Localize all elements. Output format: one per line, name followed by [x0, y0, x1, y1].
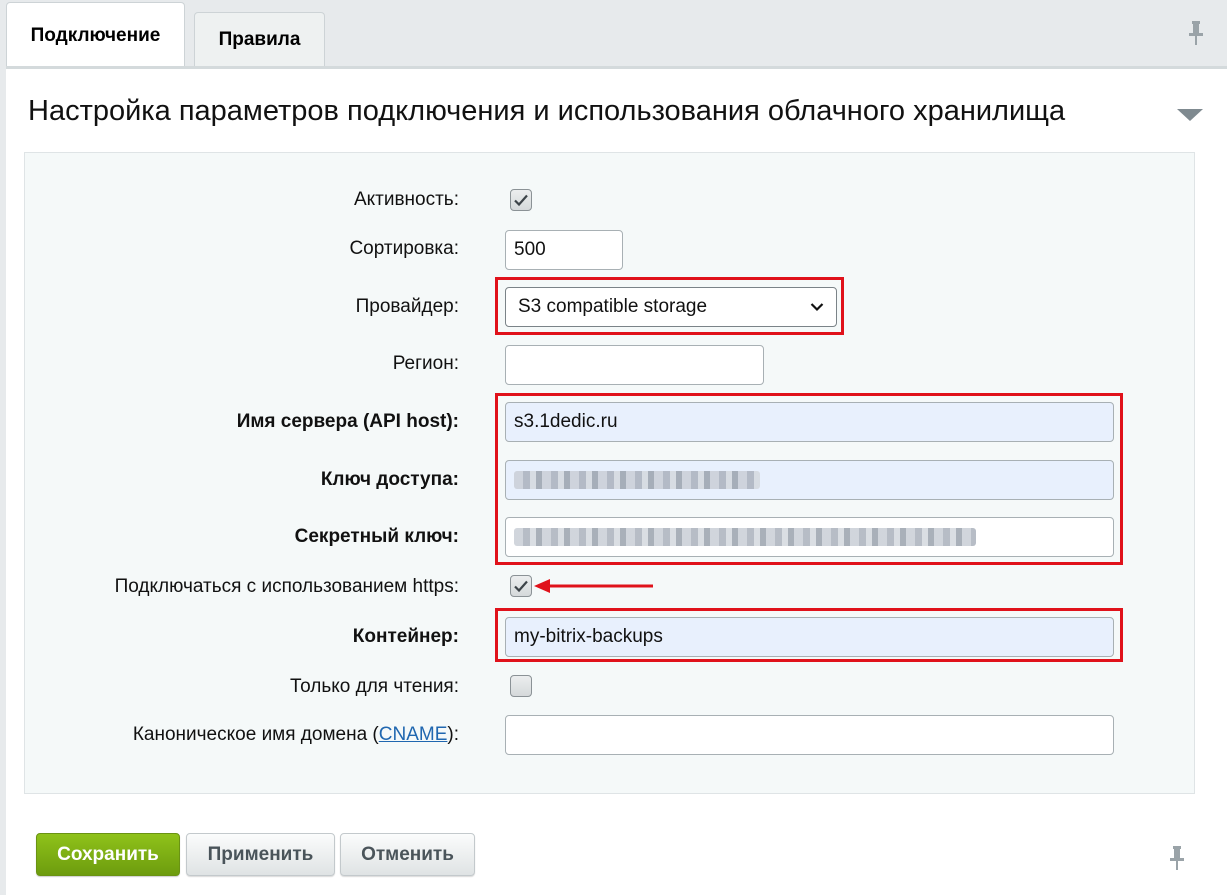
chevron-down-icon — [810, 303, 824, 312]
secret-key-input[interactable] — [505, 517, 1114, 557]
https-label: Подключаться с использованием https: — [114, 576, 459, 597]
tab-rules-label: Правила — [218, 29, 301, 50]
cname-label-prefix: Каноническое имя домена ( — [132, 724, 379, 745]
active-checkbox[interactable] — [510, 189, 532, 211]
cname-label: Каноническое имя домена (CNAME): — [133, 724, 459, 746]
container-input[interactable]: my-bitrix-backups — [505, 617, 1114, 657]
readonly-label: Только для чтения: — [290, 676, 459, 697]
save-button[interactable]: Сохранить — [36, 833, 180, 876]
access-key-label: Ключ доступа: — [320, 469, 459, 490]
server-input[interactable]: s3.1dedic.ru — [505, 402, 1114, 442]
tab-bar: Подключение Правила — [0, 0, 1227, 69]
tab-connection[interactable]: Подключение — [6, 2, 185, 69]
tab-rules[interactable]: Правила — [194, 12, 325, 67]
provider-select[interactable]: S3 compatible storage — [505, 287, 837, 327]
form-container: Активность: Сортировка: 500 Провайдер: S… — [24, 152, 1195, 794]
checkmark-icon — [514, 580, 528, 593]
cname-label-suffix: ): — [447, 724, 459, 745]
provider-label: Провайдер: — [355, 296, 459, 317]
pin-icon[interactable] — [1168, 845, 1186, 871]
cname-input[interactable] — [505, 715, 1114, 755]
cname-link[interactable]: CNAME — [379, 724, 448, 745]
readonly-checkbox[interactable] — [510, 675, 532, 697]
region-label: Регион: — [392, 353, 459, 374]
secret-key-label: Секретный ключ: — [294, 526, 459, 547]
cancel-button[interactable]: Отменить — [340, 833, 475, 876]
sort-label: Сортировка: — [349, 238, 459, 259]
blurred-access-key — [514, 471, 760, 489]
server-label: Имя сервера (API host): — [236, 411, 459, 432]
settings-panel: Настройка параметров подключения и испол… — [6, 66, 1227, 812]
container-label: Контейнер: — [352, 626, 459, 647]
section-title: Настройка параметров подключения и испол… — [28, 95, 1066, 127]
provider-select-value: S3 compatible storage — [518, 296, 708, 317]
https-checkbox[interactable] — [510, 575, 532, 597]
access-key-input[interactable] — [505, 460, 1114, 500]
tab-connection-label: Подключение — [30, 25, 161, 46]
pin-icon[interactable] — [1187, 20, 1205, 46]
red-arrow-icon — [534, 579, 653, 593]
region-input[interactable] — [505, 345, 764, 385]
collapse-arrow-icon[interactable] — [1177, 109, 1203, 121]
checkmark-icon — [514, 194, 528, 207]
action-bar: Сохранить Применить Отменить — [6, 812, 1227, 895]
apply-button[interactable]: Применить — [186, 833, 335, 876]
sort-input[interactable]: 500 — [505, 230, 623, 270]
blurred-secret-key — [514, 528, 976, 546]
active-label: Активность: — [353, 189, 459, 210]
